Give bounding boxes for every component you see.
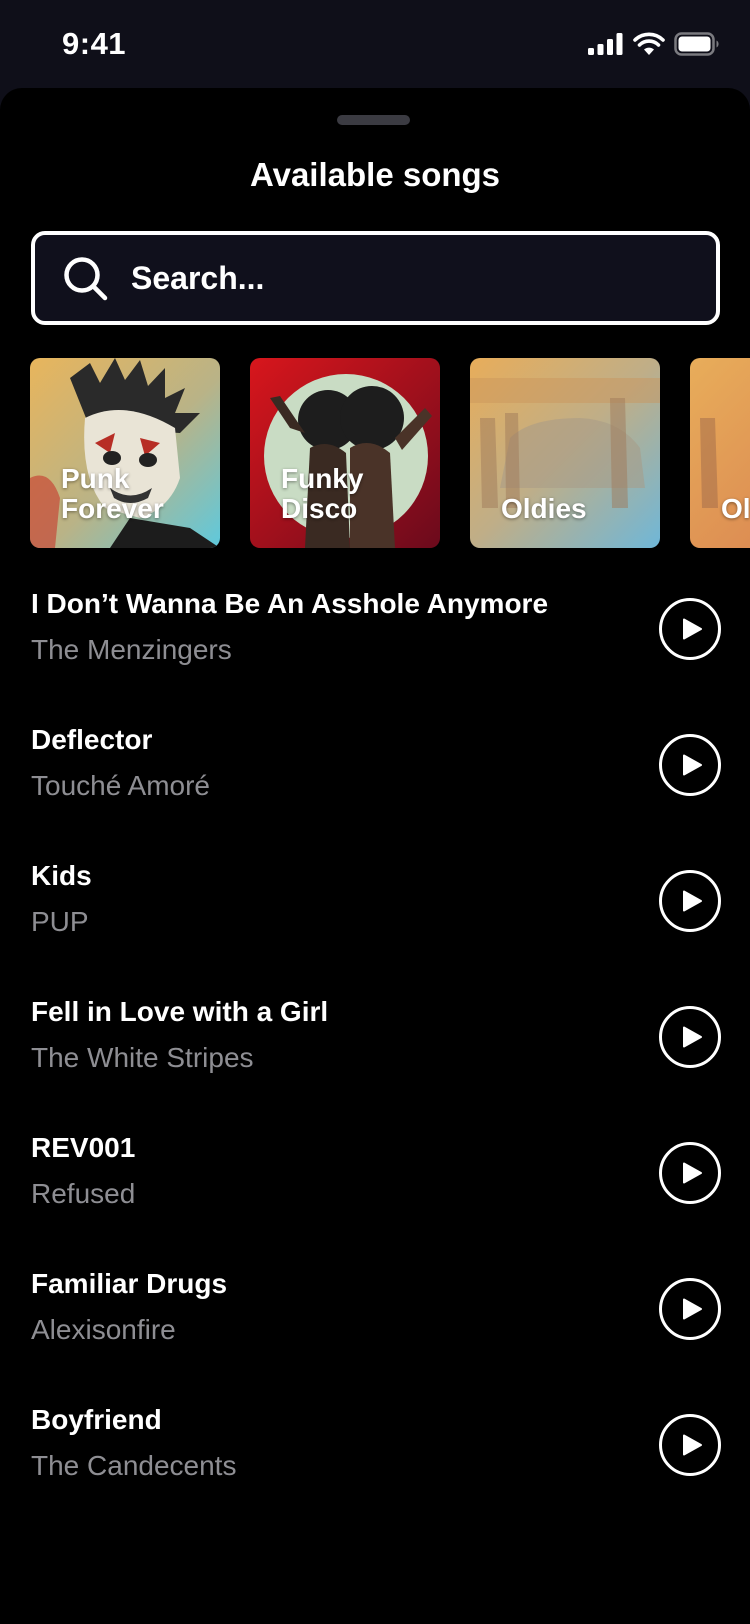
play-button[interactable] — [659, 1278, 721, 1340]
play-icon — [683, 1434, 702, 1456]
song-artist: The Menzingers — [31, 634, 232, 665]
status-bar: 9:41 — [0, 0, 750, 90]
song-title: Familiar Drugs — [31, 1268, 228, 1299]
song-row[interactable]: Familiar Drugs Alexisonfire — [0, 1266, 750, 1402]
song-artist: The White Stripes — [31, 1042, 254, 1073]
sheet-grabber[interactable] — [337, 115, 410, 125]
playlist-card-oldies[interactable]: Oldies — [470, 358, 660, 548]
song-artist: PUP — [31, 906, 89, 937]
play-icon — [683, 1026, 702, 1048]
song-artist: Touché Amoré — [31, 770, 210, 801]
song-row[interactable]: Kids PUP — [0, 858, 750, 994]
play-icon — [683, 890, 702, 912]
playlist-label: Oldies — [501, 493, 587, 524]
song-row[interactable]: Boyfriend The Candecents — [0, 1402, 750, 1538]
song-row[interactable]: Fell in Love with a Girl The White Strip… — [0, 994, 750, 1130]
song-row[interactable]: I Don’t Wanna Be An Asshole Anymore The … — [0, 586, 750, 722]
song-row[interactable]: Deflector Touché Amoré — [0, 722, 750, 858]
cellular-signal-icon — [588, 33, 623, 55]
sheet-title: Available songs — [249, 156, 501, 193]
playlist-label: Ol — [721, 493, 750, 524]
song-row[interactable]: REV001 Refused — [0, 1130, 750, 1266]
available-songs-sheet: Available songs Search... Punk Forever F… — [0, 88, 750, 1624]
battery-icon — [674, 32, 719, 56]
wifi-icon — [633, 32, 665, 55]
play-button[interactable] — [659, 1414, 721, 1476]
play-icon — [683, 1162, 702, 1184]
playlist-label: Punk Forever — [61, 463, 164, 524]
playlist-card-partial[interactable]: Ol — [690, 358, 750, 548]
status-icons — [588, 30, 720, 58]
play-button[interactable] — [659, 1142, 721, 1204]
search-box[interactable] — [31, 231, 720, 325]
play-button[interactable] — [659, 734, 721, 796]
song-artist: Alexisonfire — [31, 1314, 176, 1345]
search-input[interactable] — [131, 249, 691, 307]
song-list: I Don’t Wanna Be An Asshole Anymore The … — [0, 586, 750, 1538]
playlist-card-punk-forever[interactable]: Punk Forever — [30, 358, 220, 548]
playlist-carousel[interactable]: Punk Forever Funky Disco Oldies Ol — [30, 358, 750, 548]
play-icon — [683, 1298, 702, 1320]
play-button[interactable] — [659, 598, 721, 660]
song-title: I Don’t Wanna Be An Asshole Anymore — [31, 588, 549, 619]
song-artist: Refused — [31, 1178, 136, 1209]
song-title: Boyfriend — [31, 1404, 162, 1435]
song-title: Deflector — [31, 724, 153, 755]
play-button[interactable] — [659, 1006, 721, 1068]
song-artist: The Candecents — [31, 1450, 237, 1481]
song-title: REV001 — [31, 1132, 136, 1163]
playlist-card-funky-disco[interactable]: Funky Disco — [250, 358, 440, 548]
song-title: Kids — [31, 860, 92, 891]
play-icon — [683, 754, 702, 776]
status-time: 9:41 — [62, 26, 127, 61]
play-button[interactable] — [659, 870, 721, 932]
play-icon — [683, 618, 702, 640]
playlist-label: Funky Disco — [281, 463, 364, 524]
song-title: Fell in Love with a Girl — [31, 996, 329, 1027]
search-icon — [64, 257, 108, 301]
